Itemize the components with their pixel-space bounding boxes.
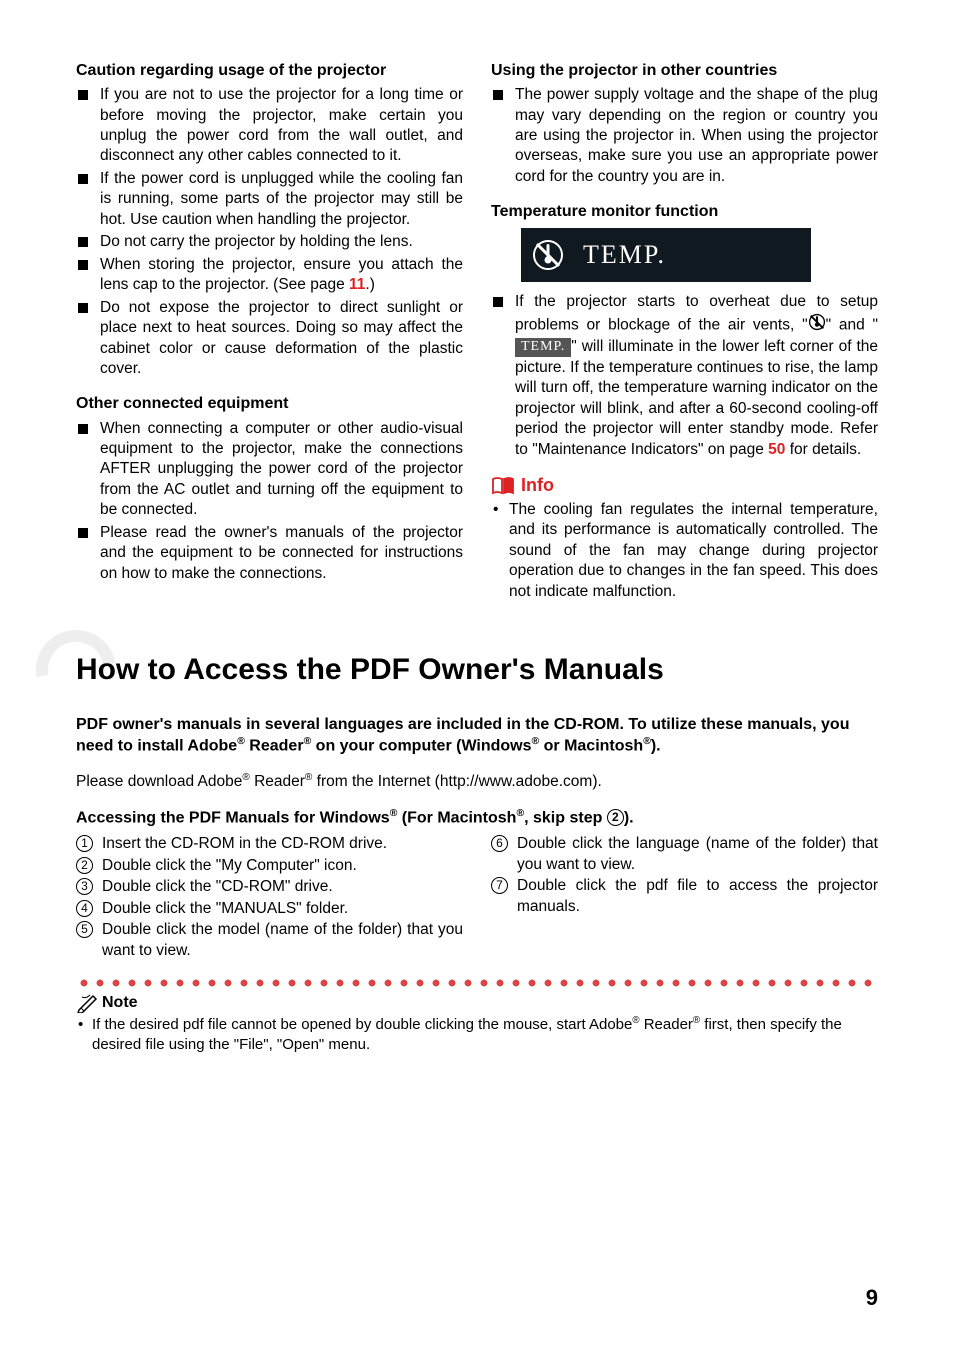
list-item: Do not expose the projector to direct su… xyxy=(76,298,463,380)
step-item: 4 Double click the "MANUALS" folder. xyxy=(76,899,463,919)
text: (For Macintosh xyxy=(397,809,516,826)
note-label: Note xyxy=(102,992,138,1013)
text: ). xyxy=(624,809,634,826)
steps-left: 1Insert the CD-ROM in the CD-ROM drive. … xyxy=(76,834,463,961)
main-heading: How to Access the PDF Owner's Manuals xyxy=(76,650,878,690)
text: Reader xyxy=(245,738,304,755)
temp-warning-icon-inline xyxy=(808,313,826,337)
note-header: Note xyxy=(76,992,878,1013)
temp-list: If the projector starts to overheat due … xyxy=(491,292,878,460)
text: Double click the "MANUALS" folder. xyxy=(102,900,348,917)
step-item: 3 Double click the "CD-ROM" drive. xyxy=(76,877,463,897)
text: ). xyxy=(651,738,661,755)
list-item: The cooling fan regulates the internal t… xyxy=(491,500,878,602)
step-item: 5 Double click the model (name of the fol… xyxy=(76,920,463,961)
text: Reader xyxy=(250,773,305,790)
list-item: When storing the projector, ensure you a… xyxy=(76,255,463,296)
text: Double click the "CD-ROM" drive. xyxy=(102,878,333,895)
text: from the Internet ( xyxy=(312,773,440,790)
download-paragraph: Please download Adobe® Reader® from the … xyxy=(76,771,878,793)
text: Double click the pdf file to access the … xyxy=(517,877,878,914)
step-num: 1 xyxy=(76,835,93,852)
text: Insert the CD-ROM in the CD-ROM drive. xyxy=(102,835,387,852)
list-item: If the projector starts to overheat due … xyxy=(491,292,878,460)
page-ref: 50 xyxy=(768,441,785,458)
text: ). xyxy=(592,773,601,790)
equipment-list: When connecting a computer or other audi… xyxy=(76,419,463,585)
temp-badge-inline: TEMP. xyxy=(515,338,571,356)
note-body: If the desired pdf file cannot be opened… xyxy=(76,1015,878,1055)
step-ref-2: 2 xyxy=(607,809,624,826)
info-list: The cooling fan regulates the internal t… xyxy=(491,500,878,602)
page-ref: 11 xyxy=(349,276,365,293)
adobe-link[interactable]: http://www.adobe.com xyxy=(440,773,593,790)
heading-caution: Caution regarding usage of the projector xyxy=(76,60,463,81)
temp-label: TEMP. xyxy=(583,238,666,272)
text: Double click the language (name of the f… xyxy=(517,835,878,872)
heading-other-equipment: Other connected equipment xyxy=(76,393,463,414)
step-num: 7 xyxy=(491,877,508,894)
countries-list: The power supply voltage and the shape o… xyxy=(491,85,878,187)
step-item: 1 Insert the CD-ROM in the CD-ROM drive. xyxy=(76,834,463,854)
list-item: Do not carry the projector by holding th… xyxy=(76,232,463,252)
step-num: 6 xyxy=(491,835,508,852)
text: on your computer (Windows xyxy=(311,738,531,755)
text: If the desired pdf file cannot be opened… xyxy=(92,1016,632,1033)
pencil-icon xyxy=(76,993,98,1013)
step-item: 7 Double click the pdf file to access the… xyxy=(491,876,878,917)
step-item: 6 Double click the language (name of the … xyxy=(491,834,878,875)
step-num: 3 xyxy=(76,878,93,895)
heading-temp-monitor: Temperature monitor function xyxy=(491,201,878,222)
step-num: 5 xyxy=(76,921,93,938)
text: .) xyxy=(365,276,374,293)
text: Please download Adobe xyxy=(76,773,242,790)
list-item: If you are not to use the projector for … xyxy=(76,85,463,167)
step-num: 4 xyxy=(76,900,93,917)
heading-other-countries: Using the projector in other countries xyxy=(491,60,878,81)
heading-accessing: Accessing the PDF Manuals for Windows® (… xyxy=(76,807,878,828)
temp-graphic: TEMP. xyxy=(521,228,811,282)
info-label: Info xyxy=(521,474,554,498)
temp-warning-icon xyxy=(531,238,565,272)
steps-right: 6 Double click the language (name of the … xyxy=(491,834,878,917)
text: Double click the model (name of the fold… xyxy=(102,921,463,958)
step-num: 2 xyxy=(76,857,93,874)
caution-list: If you are not to use the projector for … xyxy=(76,85,463,379)
list-item: Please read the owner's manuals of the p… xyxy=(76,523,463,584)
info-header: Info xyxy=(491,474,878,498)
book-icon xyxy=(491,476,515,496)
text: When storing the projector, ensure you a… xyxy=(100,256,463,293)
list-item: When connecting a computer or other audi… xyxy=(76,419,463,521)
text: or Macintosh xyxy=(539,738,643,755)
text: Double click the "My Computer" icon. xyxy=(102,857,357,874)
text: " and " xyxy=(826,316,878,333)
text: , skip step xyxy=(524,809,607,826)
list-item: The power supply voltage and the shape o… xyxy=(491,85,878,187)
text: Accessing the PDF Manuals for Windows xyxy=(76,809,390,826)
text: Reader xyxy=(640,1016,693,1033)
text: for details. xyxy=(785,441,861,458)
step-item: 2 Double click the "My Computer" icon. xyxy=(76,856,463,876)
dotted-divider xyxy=(76,978,878,988)
page-number: 9 xyxy=(866,1283,878,1312)
intro-paragraph: PDF owner's manuals in several languages… xyxy=(76,714,878,758)
list-item: If the power cord is unplugged while the… xyxy=(76,169,463,230)
